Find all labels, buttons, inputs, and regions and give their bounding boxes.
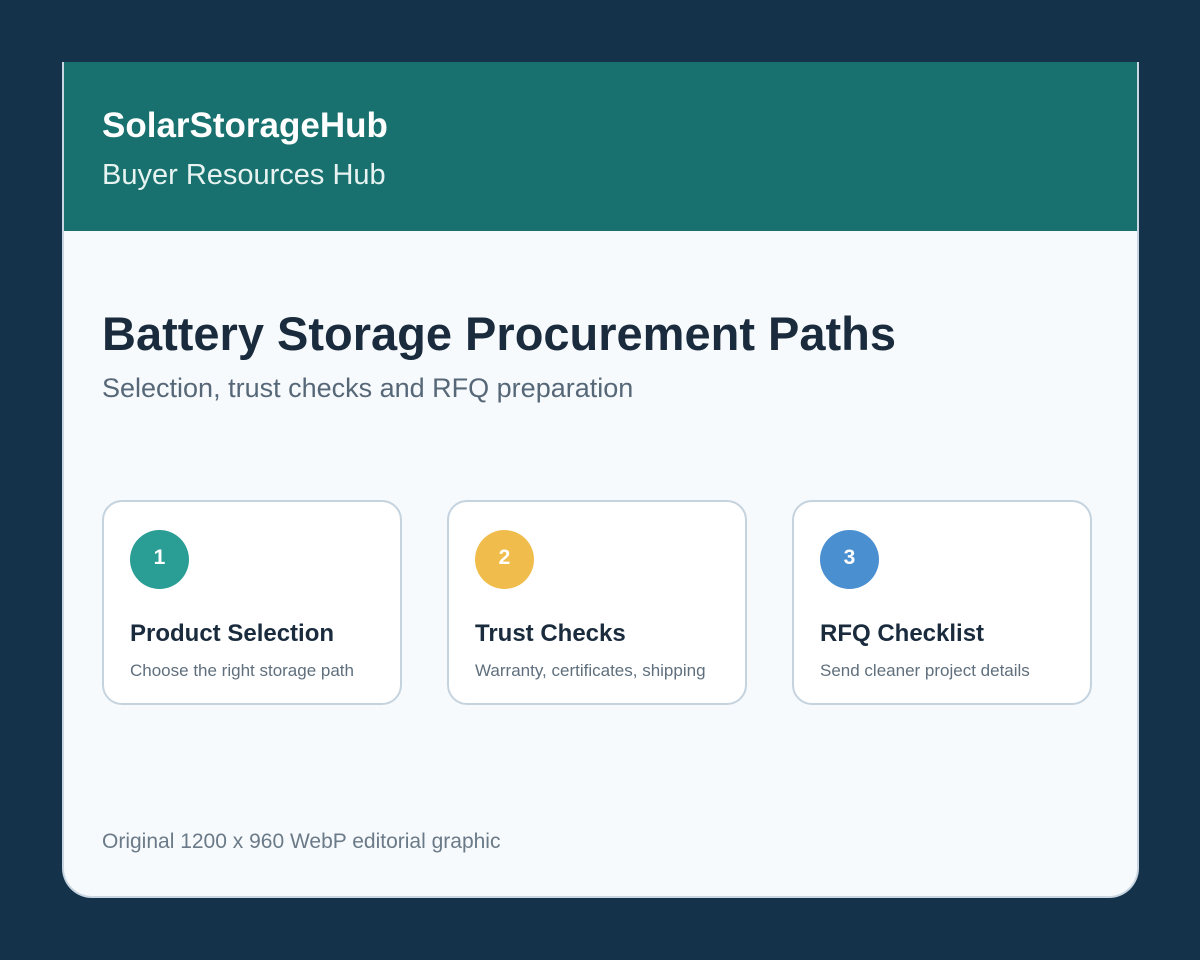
section-name: Buyer Resources Hub <box>102 159 386 191</box>
step-number-badge: 2 <box>475 530 534 589</box>
step-description: Warranty, certificates, shipping <box>475 661 706 680</box>
footer-caption: Original 1200 x 960 WebP editorial graph… <box>102 830 501 853</box>
page-title: Battery Storage Procurement Paths <box>102 307 897 360</box>
step-description: Choose the right storage path <box>130 661 354 680</box>
resource-card: SolarStorageHub Buyer Resources Hub Batt… <box>62 62 1139 898</box>
step-title: RFQ Checklist <box>820 620 985 647</box>
step-card-trust-checks[interactable]: 2 Trust Checks Warranty, certificates, s… <box>447 500 747 705</box>
step-title: Product Selection <box>130 620 335 647</box>
step-card-rfq-checklist[interactable]: 3 RFQ Checklist Send cleaner project det… <box>792 500 1092 705</box>
step-title: Trust Checks <box>475 620 626 647</box>
step-number-badge: 3 <box>820 530 879 589</box>
step-number-badge: 1 <box>130 530 189 589</box>
step-description: Send cleaner project details <box>820 661 1030 680</box>
header-banner: SolarStorageHub Buyer Resources Hub <box>64 62 1137 231</box>
brand-name: SolarStorageHub <box>102 106 388 145</box>
step-card-product-selection[interactable]: 1 Product Selection Choose the right sto… <box>102 500 402 705</box>
page-subtitle: Selection, trust checks and RFQ preparat… <box>102 373 634 403</box>
